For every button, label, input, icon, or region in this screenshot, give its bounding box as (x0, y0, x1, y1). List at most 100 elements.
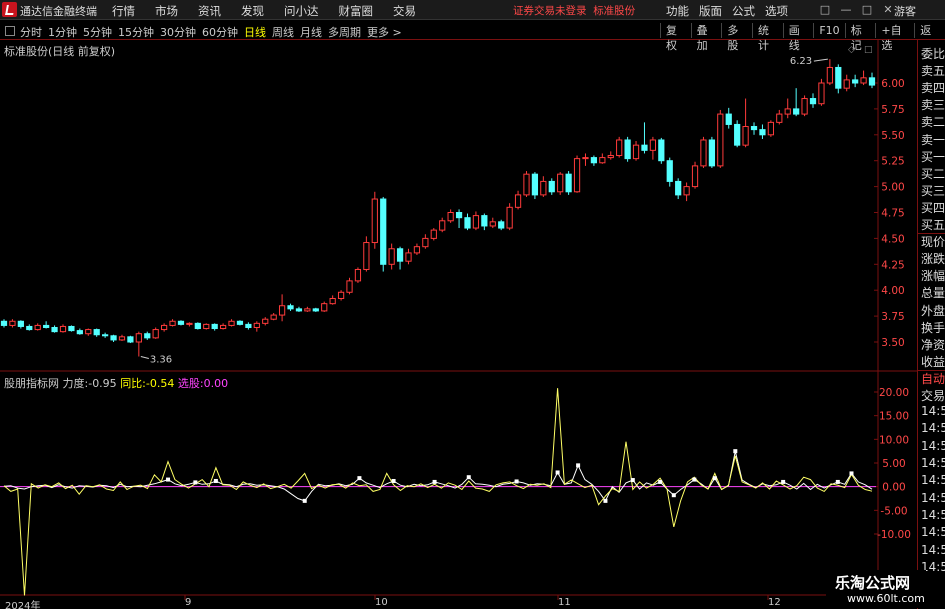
low-arrow (140, 356, 149, 359)
candle-body (329, 297, 336, 305)
sidebar-item-6[interactable]: 买一 (921, 148, 945, 165)
candle-body (169, 320, 176, 326)
sidebar-item-23[interactable]: 14:56 (921, 439, 945, 453)
sidebar-item-7[interactable]: 买二 (921, 165, 945, 182)
sidebar-item-2[interactable]: 卖四 (921, 79, 945, 96)
sidebar-item-29[interactable]: 14:56 (921, 543, 945, 557)
window-controls: □ — □ ✕ (817, 2, 896, 17)
kline-chart[interactable]: 6.00 5.75 5.50 5.25 5.00 4.75 4.50 4.25 4.00 3.75… (0, 40, 917, 609)
period-tab-2[interactable]: 5分钟 (83, 24, 112, 40)
signal-marker (781, 479, 786, 484)
indicator-yellow-line (3, 388, 873, 596)
sidebar-item-11[interactable]: 现价 (921, 233, 945, 250)
restore-icon[interactable]: □ (817, 2, 833, 17)
sidebar-item-21[interactable]: 14:56 (921, 404, 945, 418)
candle-body (312, 308, 319, 312)
menu-item-wenxiaoda[interactable]: 问小达 (284, 3, 319, 19)
high-price-label: 6.23 (790, 56, 812, 67)
tool-button-0[interactable]: 复权 (660, 23, 691, 52)
menu-item-gongneng[interactable]: 功能 (666, 3, 689, 19)
menu-item-caifuquan[interactable]: 财富圈 (339, 3, 374, 19)
price-tick-label: 6.00 (881, 78, 904, 90)
period-tab-0[interactable]: 分时 (20, 24, 42, 40)
sidebar-item-17[interactable]: 净资 (921, 336, 945, 353)
candle-body (287, 305, 294, 310)
sidebar-item-20[interactable]: 交易 (921, 387, 945, 404)
period-tab-3[interactable]: 15分钟 (118, 24, 154, 40)
tool-button-4[interactable]: 画线 (782, 23, 814, 52)
sidebar-item-5[interactable]: 卖一 (921, 131, 945, 148)
period-tab-10[interactable]: 更多 > (367, 24, 402, 40)
candle-body (759, 129, 766, 136)
high-arrow (813, 58, 828, 62)
checkbox-icon[interactable] (5, 26, 15, 36)
tool-button-3[interactable]: 统计 (752, 23, 783, 52)
tool-button-6[interactable]: 标记 (844, 23, 876, 52)
sidebar-item-3[interactable]: 卖三 (921, 96, 945, 113)
candle-body (514, 194, 522, 208)
menu-item-zixun[interactable]: 资讯 (198, 3, 221, 19)
x-axis-label-2: 10 (375, 597, 388, 608)
period-tab-7[interactable]: 周线 (272, 24, 294, 40)
sidebar-item-0[interactable]: 委比 (921, 45, 945, 62)
sidebar-item-1[interactable]: 卖五 (921, 62, 945, 79)
sidebar-item-8[interactable]: 买三 (921, 182, 945, 199)
sidebar-item-18[interactable]: 收益 (921, 353, 945, 370)
tool-button-7[interactable]: +自选 (875, 23, 914, 52)
candle-body (708, 139, 715, 167)
guest-login[interactable]: 游客 (894, 3, 916, 19)
sidebar-item-4[interactable]: 卖二 (921, 113, 945, 130)
sidebar-item-13[interactable]: 涨幅 (921, 267, 945, 284)
broker-notice[interactable]: 证券交易未登录 (513, 5, 587, 17)
period-tab-8[interactable]: 月线 (300, 24, 322, 40)
tool-button-5[interactable]: F10 (813, 23, 844, 38)
indicator-tick-label: -5.00 (880, 505, 907, 517)
sidebar-item-15[interactable]: 外盘 (921, 302, 945, 319)
candle-body (76, 330, 83, 335)
candle-body (801, 98, 808, 115)
sidebar-item-19[interactable]: 自动 (921, 370, 945, 387)
period-tab-9[interactable]: 多周期 (328, 24, 361, 40)
menu-item-hangqing[interactable]: 行情 (112, 3, 135, 19)
broker-status[interactable]: 证券交易未登录 标准股份 (513, 3, 635, 18)
signal-marker (733, 449, 738, 454)
sidebar-item-28[interactable]: 14:56 (921, 525, 945, 539)
period-tab-4[interactable]: 30分钟 (160, 24, 196, 40)
candle-body (59, 325, 67, 333)
tool-button-1[interactable]: 叠加 (690, 23, 722, 52)
sidebar-item-16[interactable]: 换手 (921, 319, 945, 336)
menu-item-jiaoyi[interactable]: 交易 (393, 3, 416, 19)
period-tab-1[interactable]: 1分钟 (48, 24, 77, 40)
sidebar-item-14[interactable]: 总量 (921, 284, 945, 301)
maximize-icon[interactable]: □ (859, 2, 875, 17)
candle-body (599, 157, 606, 164)
indicator-tick-label: 20.00 (879, 387, 909, 399)
candle-body (346, 280, 353, 293)
menu-item-gongshi[interactable]: 公式 (732, 3, 755, 19)
menu-item-banmian[interactable]: 版面 (699, 3, 722, 19)
menu-item-xuanxiang[interactable]: 选项 (765, 3, 788, 19)
tool-button-8[interactable]: 返回 (914, 23, 945, 52)
sidebar-item-24[interactable]: 14:56 (921, 456, 945, 470)
candle-body (144, 333, 151, 339)
sidebar-item-22[interactable]: 14:56 (921, 421, 945, 435)
menu-item-shichang[interactable]: 市场 (155, 3, 178, 19)
sidebar-item-12[interactable]: 涨跌 (921, 250, 945, 267)
sidebar-item-25[interactable]: 14:56 (921, 473, 945, 487)
indicator-panel-title: 股朋指标网 力度:-0.95 同比:-0.54 选股:0.00 (4, 375, 228, 391)
sidebar-item-27[interactable]: 14:56 (921, 508, 945, 522)
candle-body (203, 323, 210, 330)
candle-body (835, 66, 842, 89)
sidebar-item-26[interactable]: 14:56 (921, 491, 945, 505)
minimize-icon[interactable]: — (838, 2, 854, 17)
sidebar-item-9[interactable]: 买四 (921, 199, 945, 216)
tool-button-2[interactable]: 多股 (721, 23, 752, 52)
period-tab-5[interactable]: 60分钟 (202, 24, 238, 40)
candle-body (270, 314, 277, 320)
period-tab-6[interactable]: 日线 (244, 24, 266, 40)
menu-item-faxian[interactable]: 发现 (241, 3, 264, 19)
candle-body (683, 186, 690, 196)
candle-body (118, 336, 126, 341)
indicator-tick-label: 15.00 (879, 411, 909, 423)
sidebar-item-10[interactable]: 买五 (921, 216, 945, 233)
